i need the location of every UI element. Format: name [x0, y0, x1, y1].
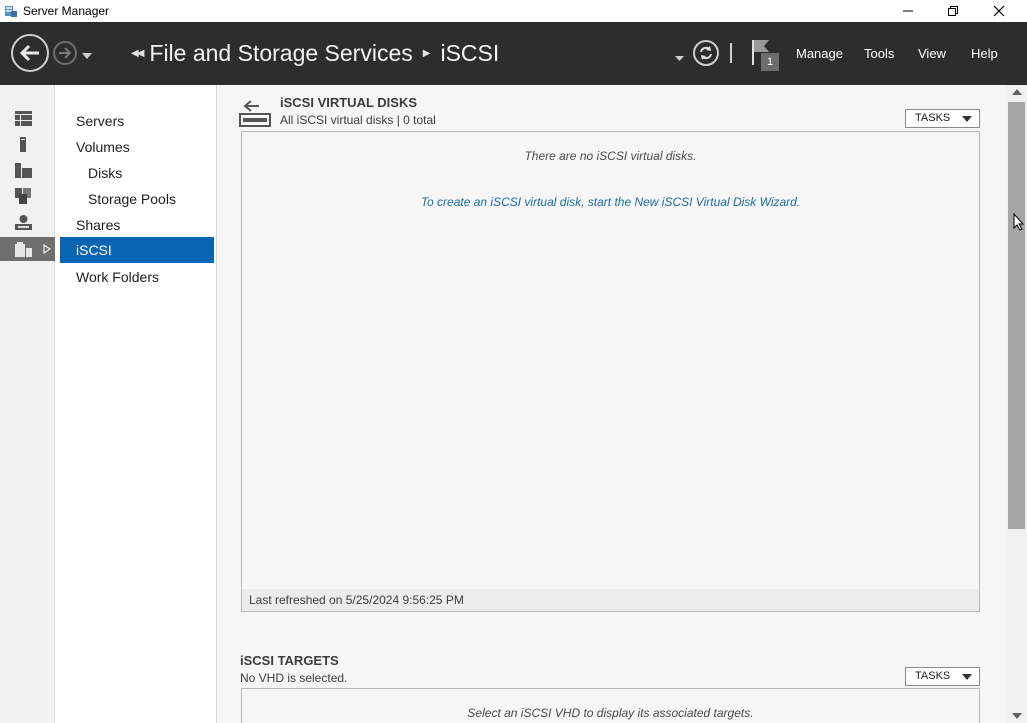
virtual-disk-section-icon [239, 95, 271, 130]
virtual-disks-title: iSCSI VIRTUAL DISKS [280, 95, 418, 110]
breadcrumb-expand-icon[interactable]: ◀◀ [131, 48, 144, 59]
arrow-left-icon [19, 44, 39, 62]
window-title: Server Manager [23, 4, 110, 18]
strip-all-servers[interactable] [0, 158, 55, 182]
nav-item-iscsi[interactable]: iSCSI [60, 237, 214, 263]
arrow-right-icon [59, 47, 72, 59]
menu-view[interactable]: View [918, 46, 946, 61]
strip-local-server[interactable] [0, 132, 55, 156]
chevron-down-icon [675, 56, 684, 61]
chevron-down-icon [82, 53, 92, 59]
breadcrumb-item-iscsi[interactable]: iSCSI [440, 40, 499, 67]
mouse-cursor-icon [1013, 213, 1025, 231]
nav-tree: Servers Volumes Disks Storage Pools Shar… [55, 85, 217, 723]
notification-count-badge: 1 [761, 53, 779, 71]
nav-item-storage-pools[interactable]: Storage Pools [60, 186, 214, 212]
virtual-disks-subtitle: All iSCSI virtual disks | 0 total [280, 113, 436, 127]
scroll-up-icon[interactable] [1012, 89, 1022, 95]
strip-file-storage-group[interactable] [0, 184, 55, 208]
scrollbar-thumb[interactable] [1008, 102, 1025, 529]
breadcrumb-dropdown[interactable] [675, 50, 684, 65]
restore-button[interactable] [930, 0, 976, 22]
chevron-down-icon [962, 116, 972, 122]
minimize-icon [903, 10, 913, 12]
local-server-icon [20, 136, 26, 152]
tasks-label: TASKS [915, 670, 951, 682]
targets-tasks-button[interactable]: TASKS [905, 667, 980, 686]
close-icon [993, 5, 1005, 17]
menu-tools[interactable]: Tools [864, 46, 894, 61]
server-manager-icon [4, 4, 18, 18]
virtual-disks-tasks-button[interactable]: TASKS [905, 109, 980, 128]
main-content: iSCSI VIRTUAL DISKS All iSCSI virtual di… [217, 85, 1006, 723]
header-divider [730, 43, 732, 63]
header-bar: ◀◀ File and Storage Services ▶ iSCSI 1 M… [0, 22, 1027, 85]
forward-button[interactable] [53, 41, 77, 65]
breadcrumb-item-file-storage[interactable]: File and Storage Services [149, 40, 412, 67]
strip-dashboard[interactable] [0, 106, 55, 130]
menu-help[interactable]: Help [971, 46, 998, 61]
virtual-disks-panel: There are no iSCSI virtual disks. To cre… [241, 131, 980, 612]
nav-item-shares[interactable]: Shares [60, 212, 214, 238]
title-bar: Server Manager [0, 0, 1027, 22]
nav-item-volumes[interactable]: Volumes [60, 134, 214, 160]
file-storage-services-icon [15, 241, 32, 257]
tasks-label: TASKS [915, 112, 951, 124]
vertical-scrollbar[interactable] [1006, 85, 1027, 723]
file-storage-group-icon [15, 188, 31, 204]
breadcrumb: ◀◀ File and Storage Services ▶ iSCSI [131, 40, 499, 67]
refresh-button[interactable] [693, 40, 719, 66]
last-refreshed-status: Last refreshed on 5/25/2024 9:56:25 PM [242, 589, 979, 611]
all-servers-icon [15, 162, 32, 178]
scroll-down-icon[interactable] [1012, 713, 1022, 719]
targets-panel: Select an iSCSI VHD to display its assoc… [241, 688, 980, 723]
minimize-button[interactable] [885, 0, 931, 22]
refresh-icon [700, 46, 712, 60]
targets-subtitle: No VHD is selected. [240, 671, 348, 685]
targets-empty-message: Select an iSCSI VHD to display its assoc… [467, 706, 754, 720]
strip-file-storage-services[interactable] [0, 237, 55, 261]
virtual-disks-empty-message: There are no iSCSI virtual disks. [524, 149, 697, 163]
dashboard-icon [15, 110, 32, 126]
back-button[interactable] [11, 34, 49, 72]
left-icon-strip [0, 85, 55, 723]
targets-title: iSCSI TARGETS [240, 653, 339, 668]
menu-manage[interactable]: Manage [796, 46, 843, 61]
nav-item-work-folders[interactable]: Work Folders [60, 264, 214, 290]
nav-item-disks[interactable]: Disks [60, 160, 214, 186]
expand-arrow-icon [43, 244, 51, 254]
close-button[interactable] [976, 0, 1022, 22]
strip-remote-access[interactable] [0, 210, 55, 234]
history-dropdown[interactable] [82, 48, 92, 63]
notifications-button[interactable]: 1 [751, 38, 783, 74]
chevron-down-icon [962, 674, 972, 680]
breadcrumb-separator-icon: ▶ [422, 48, 431, 59]
remote-access-icon [15, 215, 32, 230]
new-virtual-disk-wizard-link[interactable]: To create an iSCSI virtual disk, start t… [242, 195, 979, 209]
restore-icon [948, 6, 958, 16]
nav-item-servers[interactable]: Servers [60, 108, 214, 134]
